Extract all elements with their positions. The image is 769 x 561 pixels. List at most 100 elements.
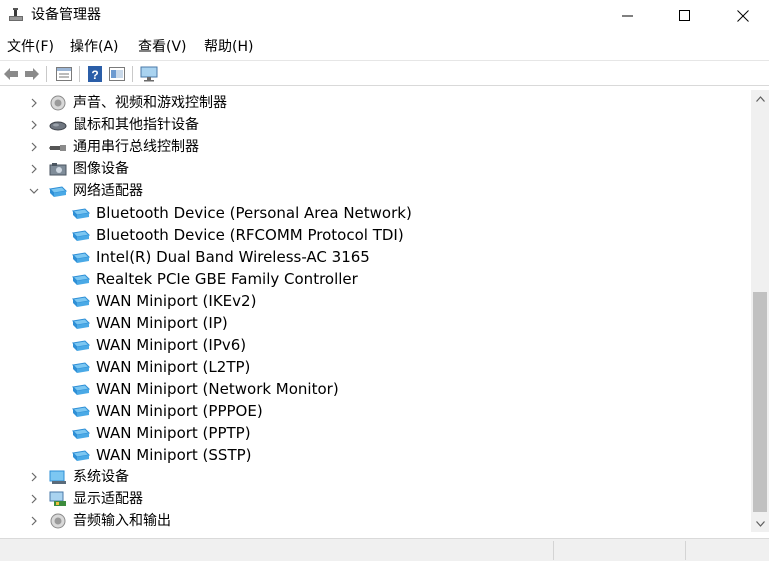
device-item[interactable]: Bluetooth Device (Personal Area Network): [0, 202, 751, 224]
chevron-right-icon[interactable]: [28, 493, 40, 505]
chevron-right-icon[interactable]: [28, 163, 40, 175]
device-label: Intel(R) Dual Band Wireless-AC 3165: [96, 248, 370, 266]
device-item[interactable]: WAN Miniport (SSTP): [0, 444, 751, 466]
network-adapter-icon: [72, 428, 90, 439]
device-item[interactable]: WAN Miniport (L2TP): [0, 356, 751, 378]
properties-icon: [56, 67, 72, 81]
status-bar: [0, 538, 769, 561]
device-manager-icon: [9, 8, 23, 21]
network-adapter-icon: [72, 384, 90, 395]
help-button[interactable]: ?: [86, 65, 104, 83]
device-label: Bluetooth Device (RFCOMM Protocol TDI): [96, 226, 404, 244]
tree-item-sound[interactable]: 声音、视频和游戏控制器: [0, 92, 751, 114]
toolbar: ?: [0, 60, 769, 86]
camera-icon: [49, 163, 67, 176]
device-label: WAN Miniport (IP): [96, 314, 228, 332]
minimize-button[interactable]: [605, 0, 651, 31]
tree-item-label: 图像设备: [73, 161, 129, 177]
speaker-icon: [50, 95, 66, 111]
menu-view[interactable]: 查看(V): [138, 36, 187, 58]
show-hidden-button[interactable]: [108, 65, 126, 83]
chevron-down-icon[interactable]: [28, 185, 40, 197]
speaker-icon: [50, 513, 66, 529]
device-item[interactable]: WAN Miniport (IP): [0, 312, 751, 334]
device-item[interactable]: WAN Miniport (IKEv2): [0, 290, 751, 312]
system-device-icon: [49, 470, 66, 484]
forward-arrow-icon: [25, 68, 39, 80]
menu-bar: 文件(F) 操作(A) 查看(V) 帮助(H): [0, 36, 769, 58]
title-bar: 设备管理器: [0, 0, 769, 31]
tree-item-network-adapters[interactable]: 网络适配器: [0, 180, 751, 202]
device-item[interactable]: Intel(R) Dual Band Wireless-AC 3165: [0, 246, 751, 268]
maximize-icon: [679, 9, 690, 21]
network-adapter-icon: [72, 450, 90, 461]
chevron-right-icon[interactable]: [28, 471, 40, 483]
tree-item-audio-io[interactable]: 音频输入和输出: [0, 510, 751, 532]
tree-item-label: 显示适配器: [73, 491, 143, 507]
toolbar-separator: [132, 66, 133, 82]
network-adapter-icon: [49, 186, 67, 197]
network-adapter-icon: [72, 362, 90, 373]
chevron-down-icon: [755, 520, 765, 527]
close-icon: [737, 9, 749, 22]
toolbar-separator: [46, 66, 47, 82]
back-arrow-icon: [4, 68, 18, 80]
chevron-up-icon: [755, 95, 765, 102]
tree-item-usb[interactable]: 通用串行总线控制器: [0, 136, 751, 158]
device-label: WAN Miniport (IKEv2): [96, 292, 257, 310]
show-hidden-icon: [109, 67, 125, 81]
network-adapter-icon: [72, 230, 90, 241]
status-divider: [685, 541, 686, 560]
mouse-icon: [49, 121, 67, 131]
scrollbar-thumb[interactable]: [753, 292, 767, 512]
svg-text:?: ?: [91, 68, 98, 82]
menu-file[interactable]: 文件(F): [7, 36, 54, 58]
scan-hardware-button[interactable]: [140, 65, 158, 83]
tree-item-imaging[interactable]: 图像设备: [0, 158, 751, 180]
device-label: WAN Miniport (Network Monitor): [96, 380, 339, 398]
tree-item-label: 音频输入和输出: [73, 513, 171, 529]
device-label: WAN Miniport (PPPOE): [96, 402, 263, 420]
device-label: WAN Miniport (IPv6): [96, 336, 247, 354]
help-icon: ?: [88, 66, 102, 82]
tree-item-label: 通用串行总线控制器: [73, 139, 199, 155]
back-button[interactable]: [2, 65, 20, 83]
device-label: Realtek PCIe GBE Family Controller: [96, 270, 358, 288]
scroll-down-button[interactable]: [751, 515, 769, 532]
tree-item-system-devices[interactable]: 系统设备: [0, 466, 751, 488]
tree-item-label: 系统设备: [73, 469, 129, 485]
maximize-button[interactable]: [662, 0, 708, 31]
usb-icon: [49, 145, 66, 151]
device-item[interactable]: WAN Miniport (Network Monitor): [0, 378, 751, 400]
chevron-right-icon[interactable]: [28, 141, 40, 153]
device-tree: 声音、视频和游戏控制器 鼠标和其他指针设备 通用串行总线控制器 图像设备 网络适…: [0, 90, 751, 532]
network-adapter-icon: [72, 340, 90, 351]
tree-item-mouse[interactable]: 鼠标和其他指针设备: [0, 114, 751, 136]
device-item[interactable]: Bluetooth Device (RFCOMM Protocol TDI): [0, 224, 751, 246]
properties-button[interactable]: [55, 65, 73, 83]
device-label: WAN Miniport (L2TP): [96, 358, 251, 376]
chevron-right-icon[interactable]: [28, 97, 40, 109]
device-item[interactable]: WAN Miniport (PPTP): [0, 422, 751, 444]
monitor-icon: [140, 66, 158, 82]
device-item[interactable]: Realtek PCIe GBE Family Controller: [0, 268, 751, 290]
display-adapter-icon: [49, 491, 66, 506]
menu-action[interactable]: 操作(A): [70, 36, 119, 58]
device-item[interactable]: WAN Miniport (PPPOE): [0, 400, 751, 422]
chevron-right-icon[interactable]: [28, 119, 40, 131]
window-title: 设备管理器: [31, 7, 101, 23]
close-button[interactable]: [720, 0, 766, 31]
network-adapter-icon: [72, 296, 90, 307]
forward-button[interactable]: [23, 65, 41, 83]
scroll-up-button[interactable]: [751, 90, 769, 107]
vertical-scrollbar[interactable]: [751, 90, 769, 532]
device-label: WAN Miniport (SSTP): [96, 446, 252, 464]
chevron-right-icon[interactable]: [28, 515, 40, 527]
tree-item-label: 鼠标和其他指针设备: [73, 117, 199, 133]
device-item[interactable]: WAN Miniport (IPv6): [0, 334, 751, 356]
device-label: Bluetooth Device (Personal Area Network): [96, 204, 412, 222]
toolbar-separator: [79, 66, 80, 82]
network-adapter-icon: [72, 274, 90, 285]
menu-help[interactable]: 帮助(H): [204, 36, 253, 58]
tree-item-display-adapters[interactable]: 显示适配器: [0, 488, 751, 510]
